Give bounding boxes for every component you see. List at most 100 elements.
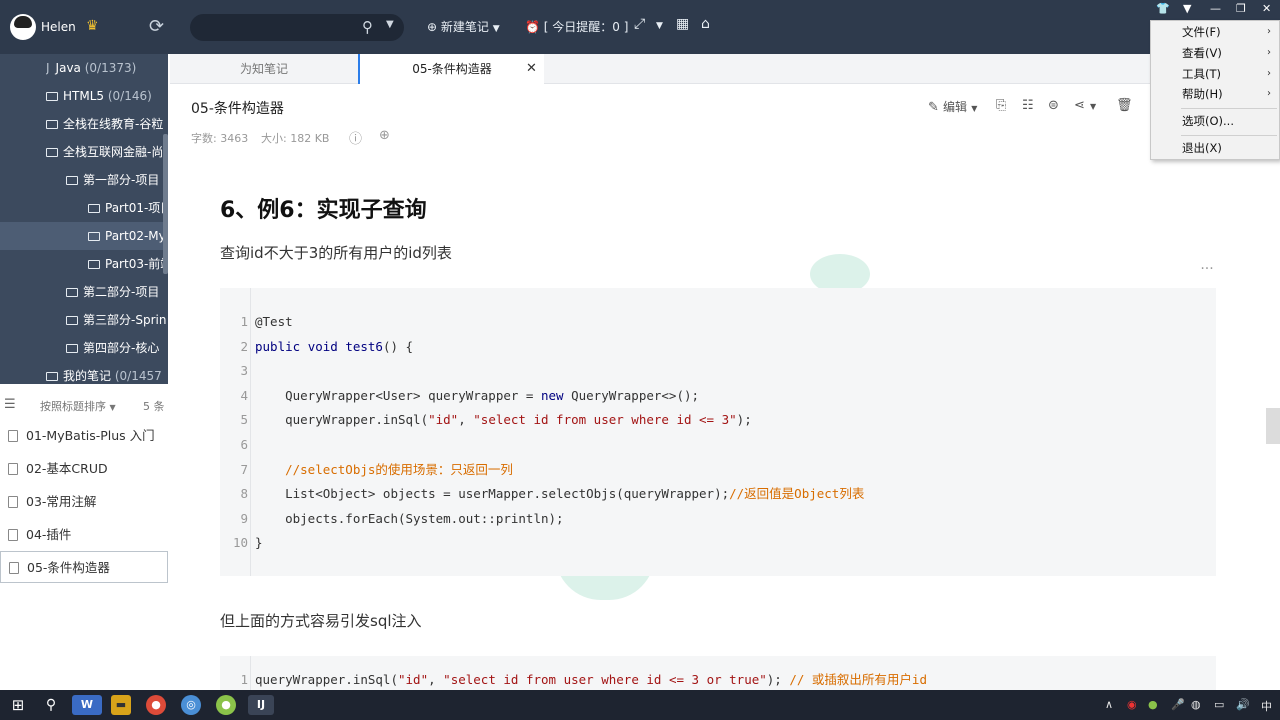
- tab-active-note[interactable]: 05-条件构造器: [358, 54, 544, 84]
- line-number: 5: [240, 412, 248, 428]
- word-app-icon[interactable]: W: [72, 695, 102, 715]
- code-token: ,: [428, 672, 444, 687]
- note-item[interactable]: 04-插件: [0, 519, 168, 551]
- share-dropdown-icon[interactable]: ▼: [1090, 102, 1096, 111]
- info-icon[interactable]: ⓘ: [349, 128, 362, 147]
- attachment-icon[interactable]: ⎘: [996, 98, 1006, 113]
- user-avatar[interactable]: [10, 14, 36, 40]
- reminder-label: [ 今日提醒：0 ]: [543, 20, 629, 34]
- code-line: 2 public void test6() {: [220, 337, 413, 357]
- main-menu: 文件(F) › 查看(V) › 工具(T) › 帮助(H) › 选项(O)...…: [1150, 20, 1280, 160]
- add-tag-icon[interactable]: ⊕: [379, 128, 390, 143]
- code-token: //selectObjs的使用场景：只返回一列: [255, 461, 513, 477]
- code-line: 10}: [220, 533, 263, 553]
- more-options-icon[interactable]: ···: [1192, 260, 1222, 284]
- editor-scrollbar[interactable]: [1266, 408, 1280, 444]
- close-window-icon[interactable]: ✕: [1262, 2, 1271, 15]
- code-block[interactable]: 1 queryWrapper.inSql("id", "select id fro…: [220, 656, 1216, 690]
- username[interactable]: Helen: [41, 20, 76, 34]
- chrome-icon[interactable]: ●: [146, 695, 166, 715]
- menu-item-exit[interactable]: 退出(X): [1182, 138, 1222, 158]
- code-token: }: [255, 535, 263, 551]
- tree-item-my-notes[interactable]: 我的笔记 (0/1457: [46, 362, 162, 384]
- chevron-down-icon: ▼: [971, 104, 978, 113]
- network-icon[interactable]: ▭: [1214, 698, 1224, 711]
- browser-icon[interactable]: ◎: [181, 695, 201, 715]
- code-line: 8 List<Object> objects = userMapper.sele…: [220, 484, 864, 504]
- skin-icon[interactable]: 👕: [1156, 2, 1170, 15]
- chevron-down-icon: ▼: [492, 24, 500, 34]
- code-token: public: [255, 338, 301, 354]
- home-icon[interactable]: ⌂: [701, 16, 710, 32]
- tree-item-part-one[interactable]: 第一部分-项目: [66, 166, 159, 194]
- grid-icon[interactable]: ▦: [676, 16, 689, 32]
- menu-separator: [1181, 108, 1277, 109]
- tray-app-icon[interactable]: ◍: [1191, 698, 1201, 711]
- close-tab-icon[interactable]: ✕: [526, 61, 537, 76]
- new-note-button[interactable]: ⊕ 新建笔记 ▼: [427, 18, 500, 35]
- green-app-icon[interactable]: ●: [216, 695, 236, 715]
- sync-icon[interactable]: ⟳: [149, 16, 164, 37]
- code-line: 9 objects.forEach(System.out::println);: [220, 509, 563, 529]
- code-block[interactable]: 1 @Test 2 public void test6() {3 4 QueryWrap…: [220, 288, 1216, 576]
- volume-icon[interactable]: 🔊: [1236, 698, 1250, 711]
- note-item-selected[interactable]: 05-条件构造器: [0, 551, 168, 583]
- tray-app-icon[interactable]: ●: [1148, 698, 1158, 711]
- tree-item-part02[interactable]: Part02-My: [0, 222, 163, 250]
- folder-icon: [88, 204, 100, 213]
- intellij-icon[interactable]: IJ: [248, 695, 274, 715]
- code-token: "id": [428, 412, 459, 428]
- menu-dropdown-icon[interactable]: ▼: [1183, 2, 1191, 15]
- tree-item-part01[interactable]: Part01-项目: [88, 194, 168, 222]
- edit-button[interactable]: ✎ 编辑 ▼: [928, 98, 977, 115]
- windows-taskbar: ⊞ ⚲ W ▬ ● ◎ ● IJ ∧ ◉ ● 🎤 ◍ ▭ 🔊 中: [0, 690, 1280, 720]
- tree-item-html5[interactable]: HTML5 (0/146): [46, 82, 152, 110]
- menu-item-view[interactable]: 查看(V): [1182, 43, 1222, 63]
- note-item[interactable]: 01-MyBatis-Plus 入门: [0, 420, 168, 452]
- sort-dropdown[interactable]: 按照标题排序 ▼: [40, 398, 116, 414]
- menu-item-tools[interactable]: 工具(T): [1182, 64, 1221, 84]
- menu-item-file[interactable]: 文件(F): [1182, 22, 1221, 42]
- taskbar-search-icon[interactable]: ⚲: [41, 695, 61, 715]
- sidebar-scrollbar[interactable]: [163, 134, 168, 274]
- file-explorer-icon[interactable]: ▬: [111, 695, 131, 715]
- microphone-icon[interactable]: 🎤: [1171, 698, 1185, 711]
- delete-icon[interactable]: 🗑: [1116, 98, 1133, 113]
- windows-start-icon[interactable]: ⊞: [8, 695, 28, 715]
- tree-item-part-four[interactable]: 第四部分-核心: [66, 334, 159, 362]
- tree-item-part03[interactable]: Part03-前端: [88, 250, 168, 278]
- tree-item-part-three[interactable]: 第三部分-Sprin: [66, 306, 166, 334]
- tree-item-finance[interactable]: 全栈互联网金融-尚: [46, 138, 163, 166]
- submenu-arrow-icon: ›: [1267, 26, 1271, 37]
- note-item[interactable]: 02-基本CRUD: [0, 453, 168, 485]
- code-token: QueryWrapper<>();: [563, 387, 700, 403]
- tree-item-online-edu[interactable]: 全栈在线教育-谷粒: [46, 110, 163, 138]
- search-icon[interactable]: ⚲: [362, 18, 373, 36]
- expand-icon[interactable]: ⤢: [634, 16, 645, 32]
- search-dropdown-icon[interactable]: ▼: [386, 19, 394, 30]
- list-icon[interactable]: ☰: [4, 397, 16, 412]
- search-box[interactable]: ⚲ ▼: [190, 14, 404, 41]
- note-item[interactable]: 03-常用注解: [0, 486, 168, 518]
- ime-indicator[interactable]: 中: [1261, 698, 1272, 714]
- tree-item-java[interactable]: J Java (0/1373): [46, 54, 136, 82]
- comment-icon[interactable]: ☷: [1022, 98, 1034, 113]
- vip-crown-icon[interactable]: ♛: [86, 18, 99, 34]
- tray-app-icon[interactable]: ◉: [1127, 698, 1137, 711]
- share-icon[interactable]: ⋖: [1074, 98, 1085, 113]
- menu-item-help[interactable]: 帮助(H): [1182, 84, 1223, 104]
- restore-icon[interactable]: ❐: [1236, 2, 1246, 15]
- reminder-button[interactable]: ⏰ [ 今日提醒：0 ]: [525, 18, 628, 35]
- tab-wiz[interactable]: 为知笔记: [170, 54, 358, 84]
- minimize-icon[interactable]: —: [1210, 2, 1221, 15]
- section-heading: 6、例6：实现子查询: [220, 198, 427, 223]
- tray-expand-icon[interactable]: ∧: [1105, 698, 1113, 711]
- tree-item-part-two[interactable]: 第二部分-项目: [66, 278, 159, 306]
- note-title[interactable]: 05-条件构造器: [191, 98, 284, 118]
- folder-icon: [66, 316, 78, 325]
- line-number: 3: [240, 363, 248, 379]
- expand-dropdown-icon[interactable]: ▼: [656, 21, 663, 31]
- menu-item-options[interactable]: 选项(O)...: [1182, 111, 1234, 131]
- sort-bar: ☰ 按照标题排序 ▼ 5 条: [0, 392, 168, 418]
- history-icon[interactable]: ⊜: [1048, 98, 1059, 113]
